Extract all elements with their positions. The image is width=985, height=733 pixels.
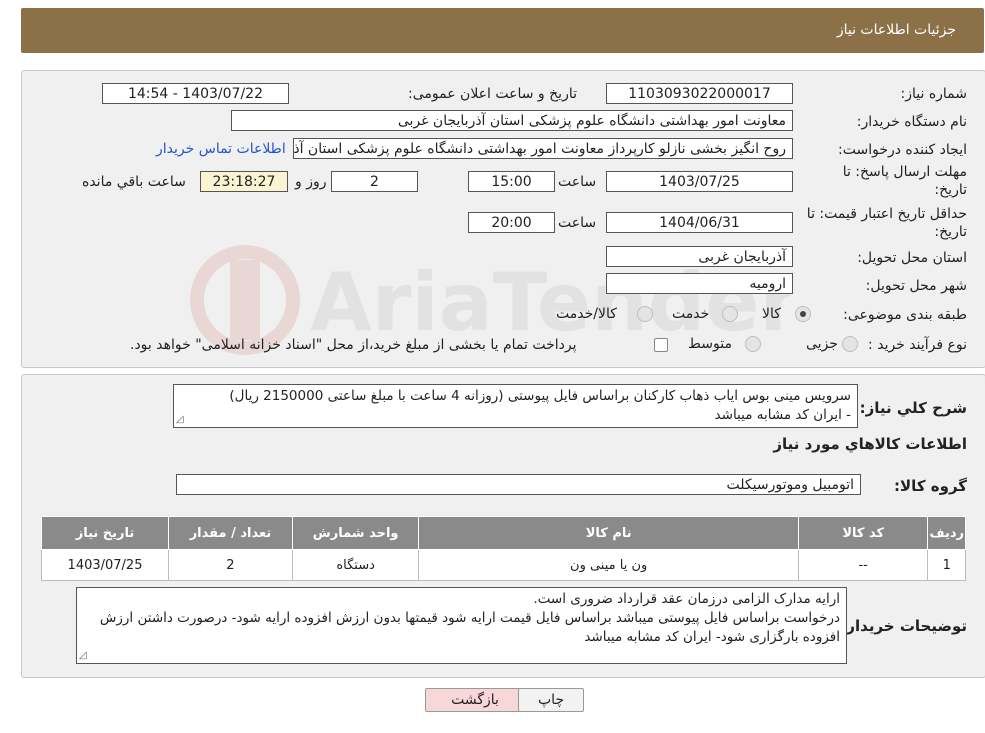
deadline-time-field: 15:00 — [468, 171, 555, 192]
buyer-notes-label: توضیحات خریدار: — [840, 617, 967, 635]
goods-info-title: اطلاعات کالاهاي مورد نياز — [773, 435, 967, 453]
buyer-org-label: نام دستگاه خریدار: — [856, 114, 967, 130]
announce-date-label: تاریخ و ساعت اعلان عمومی: — [408, 86, 577, 102]
process-option-medium: متوسط — [688, 336, 732, 352]
validity-label-1: حداقل تاريخ اعتبار قيمت: تا — [806, 206, 967, 222]
buyer-notes-textarea[interactable]: ارایه مدارک الزامی درزمان عقد قرارداد ضر… — [76, 587, 847, 664]
process-option-minor: جزیی — [806, 336, 838, 352]
announce-date-field: 1403/07/22 - 14:54 — [102, 83, 289, 104]
cell-date: 1403/07/25 — [40, 549, 170, 581]
validity-label-2: تاريخ: — [934, 224, 967, 240]
province-label: استان محل تحویل: — [857, 250, 967, 266]
deadline-label-2: تاریخ: — [934, 182, 967, 198]
category-label: طبقه بندی موضوعی: — [843, 307, 967, 323]
creator-field: روح انگیز بخشی نازلو کارپرداز معاونت امو… — [293, 138, 793, 159]
table-row: 1 -- ون یا مینی ون دستگاه 2 1403/07/25 — [40, 549, 966, 581]
days-label: روز و — [295, 174, 327, 190]
cell-code: -- — [797, 549, 929, 581]
remaining-time-label: ساعت باقي مانده — [82, 174, 186, 190]
col-name: نام کالا — [418, 516, 799, 550]
goods-table: رديف کد کالا نام کالا واحد شمارش تعداد /… — [40, 516, 966, 581]
treasury-payment-note: پرداخت تمام یا بخشی از مبلغ خرید،از محل … — [130, 337, 577, 353]
col-qty: تعداد / مقدار — [168, 516, 293, 550]
category-option-both: کالا/خدمت — [556, 306, 617, 322]
goods-group-field: اتومبیل وموتورسیکلت — [176, 474, 861, 495]
page-header: جزئیات اطلاعات نیاز — [21, 8, 984, 53]
deadline-date-field: 1403/07/25 — [606, 171, 793, 192]
resize-grip-icon[interactable]: ◿ — [79, 650, 87, 731]
buyer-org-field: معاونت امور بهداشتی دانشگاه علوم پزشکی ا… — [231, 110, 793, 131]
remaining-time-field: 23:18:27 — [200, 171, 288, 192]
description-textarea[interactable]: سرویس مینی بوس ایاب ذهاب کارکنان براساس … — [173, 384, 858, 428]
validity-time-label: ساعت — [558, 215, 597, 231]
deadline-time-label: ساعت — [558, 174, 597, 190]
province-field: آذربایجان غربی — [606, 246, 793, 267]
col-row: رديف — [927, 516, 966, 550]
cell-qty: 2 — [168, 549, 293, 581]
col-unit: واحد شمارش — [291, 516, 420, 550]
print-button[interactable]: چاپ — [518, 688, 584, 712]
creator-label: ایجاد کننده درخواست: — [838, 142, 967, 158]
category-radio-goods[interactable] — [795, 306, 811, 322]
process-radio-minor[interactable] — [842, 336, 858, 352]
category-option-goods: کالا — [762, 306, 781, 322]
treasury-payment-checkbox[interactable] — [654, 338, 668, 352]
cell-unit: دستگاه — [291, 549, 420, 581]
cell-row: 1 — [927, 549, 966, 581]
city-label: شهر محل تحویل: — [865, 278, 967, 294]
city-field: ارومیه — [606, 273, 793, 294]
goods-group-label: گروه کالا: — [894, 477, 967, 495]
need-number-label: شماره نیاز: — [900, 86, 968, 102]
col-date: تاریخ نیاز — [40, 516, 170, 550]
category-option-service: خدمت — [672, 306, 710, 322]
col-code: کد کالا — [797, 516, 929, 550]
category-radio-both[interactable] — [637, 306, 653, 322]
validity-date-field: 1404/06/31 — [606, 212, 793, 233]
process-radio-medium[interactable] — [745, 336, 761, 352]
buyer-contact-link[interactable]: اطلاعات تماس خریدار — [156, 141, 286, 157]
goods-table-header: رديف کد کالا نام کالا واحد شمارش تعداد /… — [40, 516, 966, 550]
description-label: شرح کلي نياز: — [859, 399, 967, 417]
back-button[interactable]: بازگشت — [425, 688, 525, 712]
days-field: 2 — [331, 171, 418, 192]
process-label: نوع فرآیند خرید : — [868, 337, 967, 353]
deadline-label-1: مهلت ارسال پاسخ: تا — [842, 164, 967, 180]
validity-time-field: 20:00 — [468, 212, 555, 233]
cell-name: ون یا مینی ون — [418, 549, 799, 581]
page-title: جزئیات اطلاعات نیاز — [836, 22, 956, 38]
need-number-field: 1103093022000017 — [606, 83, 793, 104]
category-radio-service[interactable] — [722, 306, 738, 322]
